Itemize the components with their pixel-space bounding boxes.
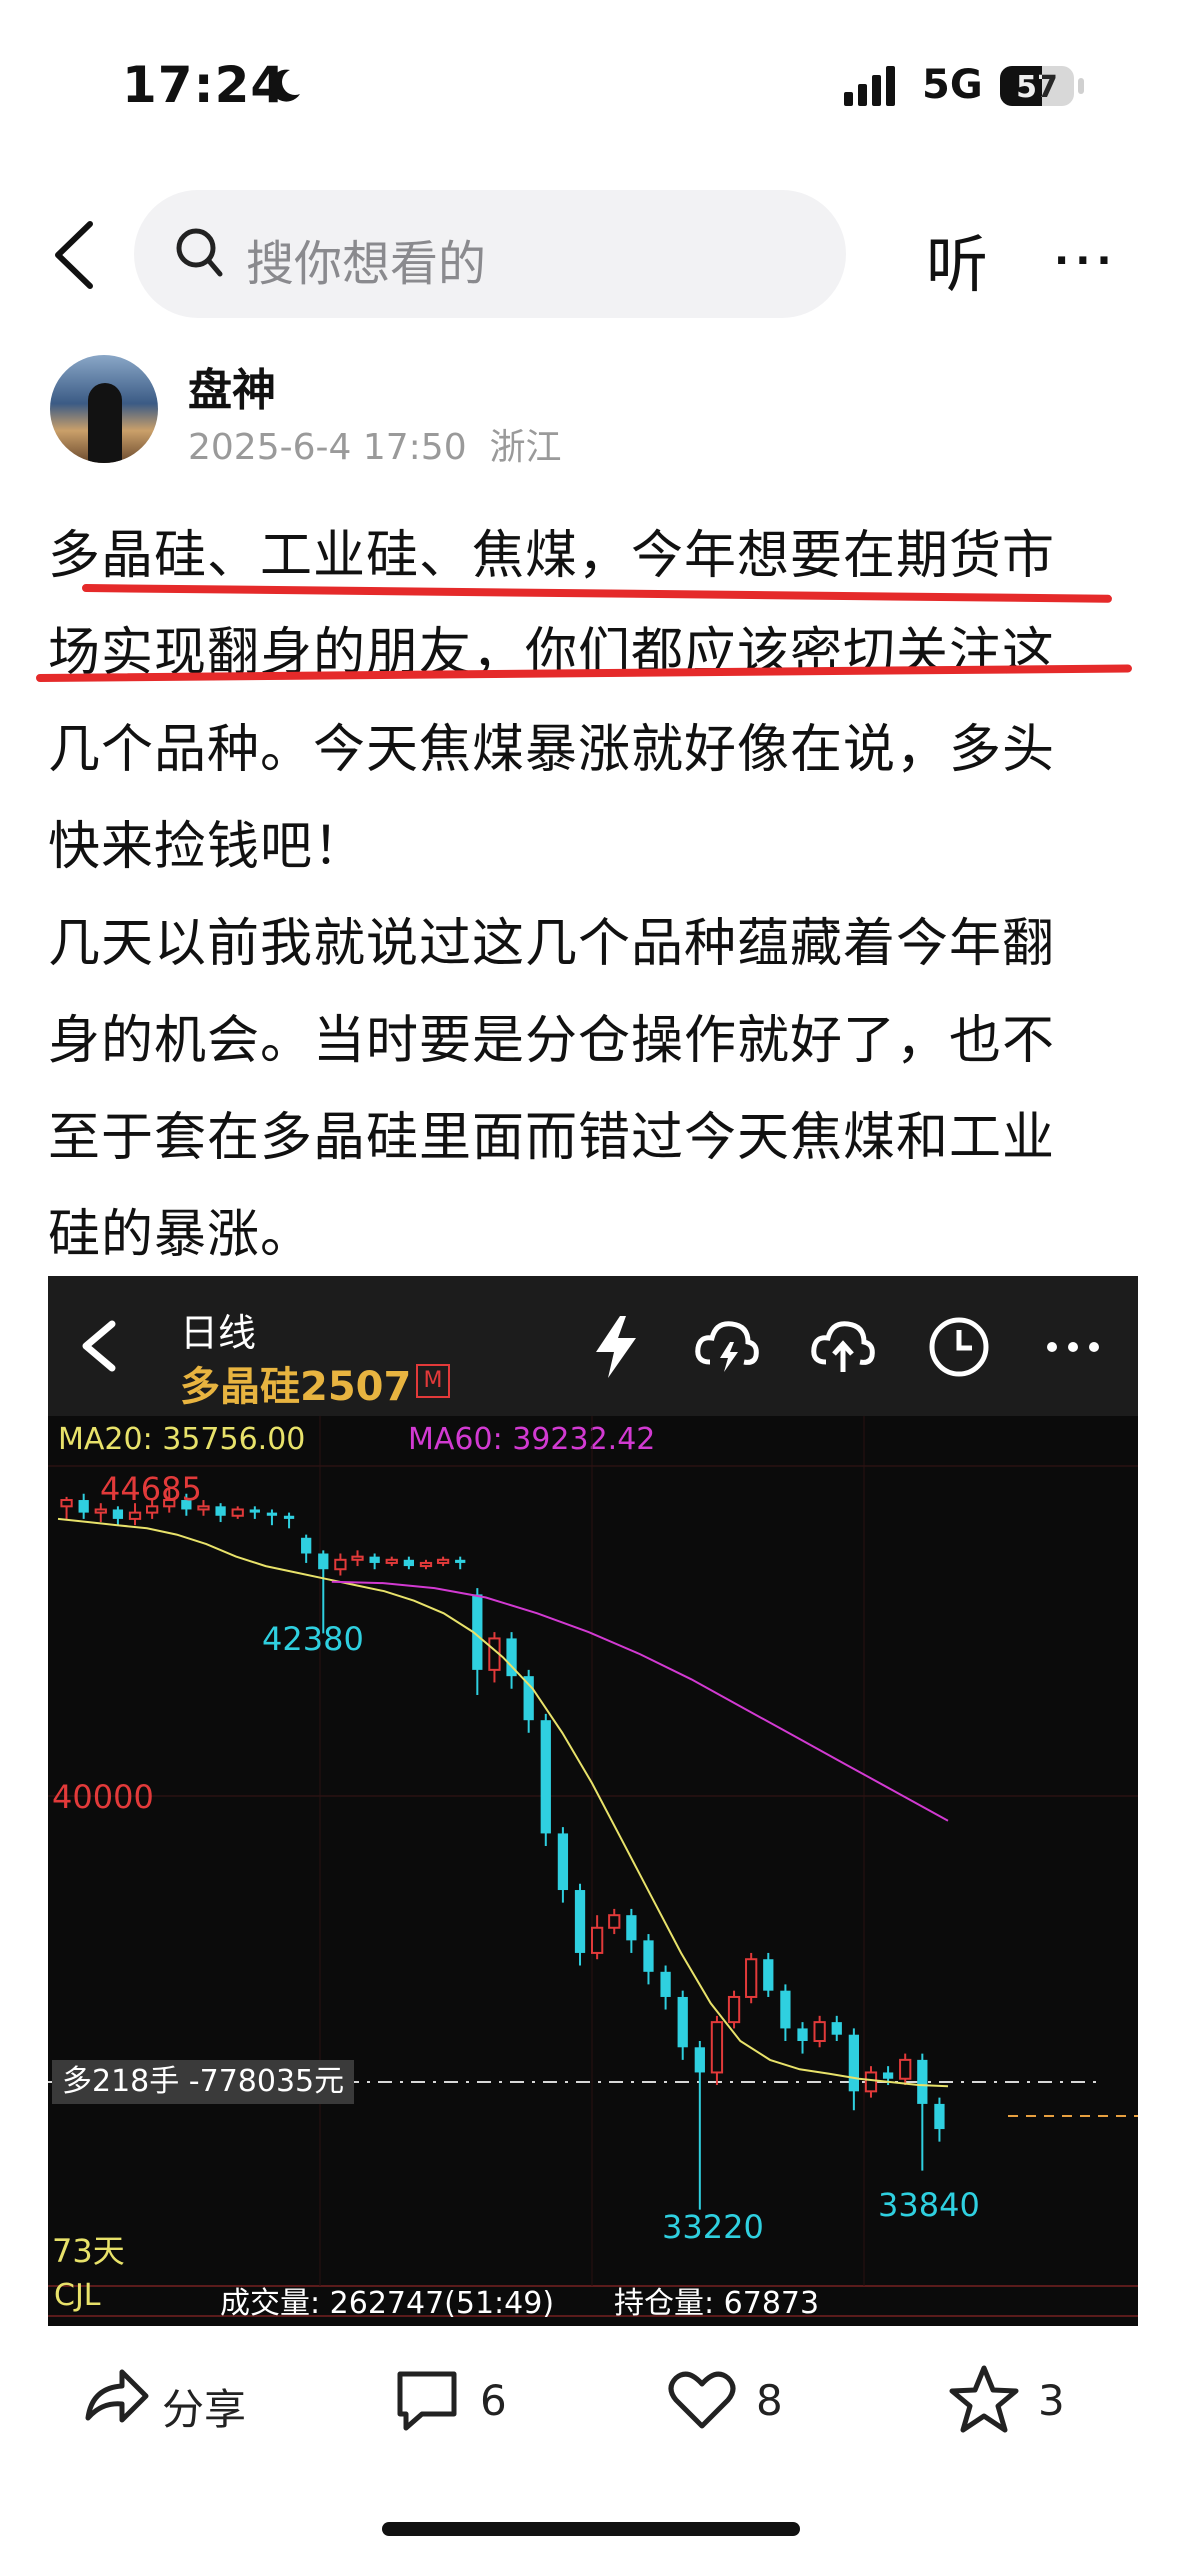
candle-body [318,1553,329,1570]
candle-body [694,2047,705,2073]
cjl-label: CJL [54,2278,101,2313]
candle-body [436,1558,450,1564]
listen-button[interactable]: 听 [926,214,988,304]
candle-body [351,1555,364,1561]
candle-body [231,1508,244,1517]
battery-level: 57 [1016,70,1058,105]
candle-body [112,1509,124,1519]
chart-image[interactable]: 日线 多晶硅2507 M MA20: 35756.00 MA60: 39232.… [48,1276,1138,2326]
candle-body [745,1958,758,1998]
candle-body [882,2072,894,2079]
post-line: 几天以前我就说过这几个品种蕴藏着今年翻 [48,914,1056,974]
candle-body [523,1676,534,1721]
candle-body [813,2021,826,2042]
comment-count[interactable]: 6 [480,2376,507,2425]
candle-body [917,2059,928,2104]
battery-tip [1078,78,1084,94]
candle-body [403,1559,414,1567]
volume-label: 成交量: 262747(51:49) [220,2286,555,2321]
ma20-line [57,1517,949,2088]
candle-body [215,1506,226,1516]
post-line: 快来捡钱吧！ [48,817,367,877]
candle-body [301,1537,312,1554]
candlestick-plot [48,1416,1138,2317]
candle-body [60,1499,73,1508]
post-line: 几个品种。今天焦煤暴涨就好像在说，多头 [48,720,1056,780]
candle-body [608,1914,621,1929]
position-box: 多218手 -778035元 [52,2060,355,2104]
price-label-42380: 42380 [262,1620,364,1658]
author-name[interactable]: 盘神 [188,354,276,418]
avatar[interactable] [50,355,158,463]
status-time: 17:24 [122,56,287,114]
search-icon [176,228,223,277]
candle-body [385,1558,398,1564]
share-label[interactable]: 分享 [162,2376,246,2437]
low-price-label: 33220 [662,2208,764,2246]
candle-body [797,2028,808,2041]
post-date: 2025-6-4 17:50 [188,427,467,468]
post-line: 至于套在多晶硅里面而错过今天焦煤和工业 [48,1108,1056,1168]
candle-body [369,1556,380,1563]
candle-body [643,1940,654,1972]
candle-body [540,1720,551,1834]
candle-body [831,2022,842,2035]
star-count[interactable]: 3 [1038,2376,1065,2425]
ma60-line [331,1580,949,1822]
days-label: 73天 [52,2232,125,2270]
like-icon[interactable] [666,2360,738,2440]
moon-icon [270,69,300,102]
candle-body [419,1561,433,1568]
post-meta: 2025-6-4 17:50 浙江 [188,418,562,470]
search-input[interactable]: 搜你想看的 [134,190,846,318]
star-icon[interactable] [948,2360,1020,2440]
candle-body [128,1511,142,1520]
price-label-33840: 33840 [878,2186,980,2224]
candle-body [591,1926,604,1954]
post-location: 浙江 [489,427,562,468]
like-count[interactable]: 8 [756,2376,783,2425]
share-icon[interactable] [82,2360,152,2440]
candle-body [283,1515,295,1519]
price-label-40000: 40000 [52,1778,154,1816]
post-line: 硅的暴涨。 [48,1205,314,1265]
candle-body [455,1559,466,1563]
open-interest-label: 持仓量: 67873 [614,2286,820,2321]
candle-body [727,1995,741,2024]
candle-body [249,1509,260,1513]
candle-body [899,2058,912,2080]
signal-icon [844,66,895,106]
network-label: 5G [922,62,983,108]
candle-body [574,1890,586,1953]
candle-body [266,1512,278,1516]
home-indicator[interactable] [382,2522,800,2536]
candle-body [78,1500,89,1513]
candle-body [848,2034,859,2092]
candle-body [626,1915,637,1941]
high-price-label: 44685 [100,1470,202,1508]
back-icon[interactable] [40,210,110,300]
candle-body [557,1833,569,1891]
post-line: 场实现翻身的朋友，你们都应该密切关注这 [48,623,1056,683]
candle-body [677,1996,688,2048]
comment-icon[interactable] [392,2360,462,2440]
battery-icon: 57 [1000,66,1074,106]
candle-body [864,2071,878,2093]
candle-body [780,1990,791,2029]
more-button[interactable]: ··· [1054,238,1118,284]
candle-body [934,2103,945,2130]
post-line: 身的机会。当时要是分仓操作就好了，也不 [48,1011,1056,1071]
search-placeholder: 搜你想看的 [246,236,487,292]
candle-body [660,1971,671,1997]
candle-body [710,2021,724,2074]
post-body: 多晶硅、工业硅、焦煤，今年想要在期货市 场实现翻身的朋友，你们都应该密切关注这 … [48,508,1138,1284]
candle-body [94,1508,107,1514]
candle-body [763,1959,774,1991]
candle-body [334,1558,347,1571]
